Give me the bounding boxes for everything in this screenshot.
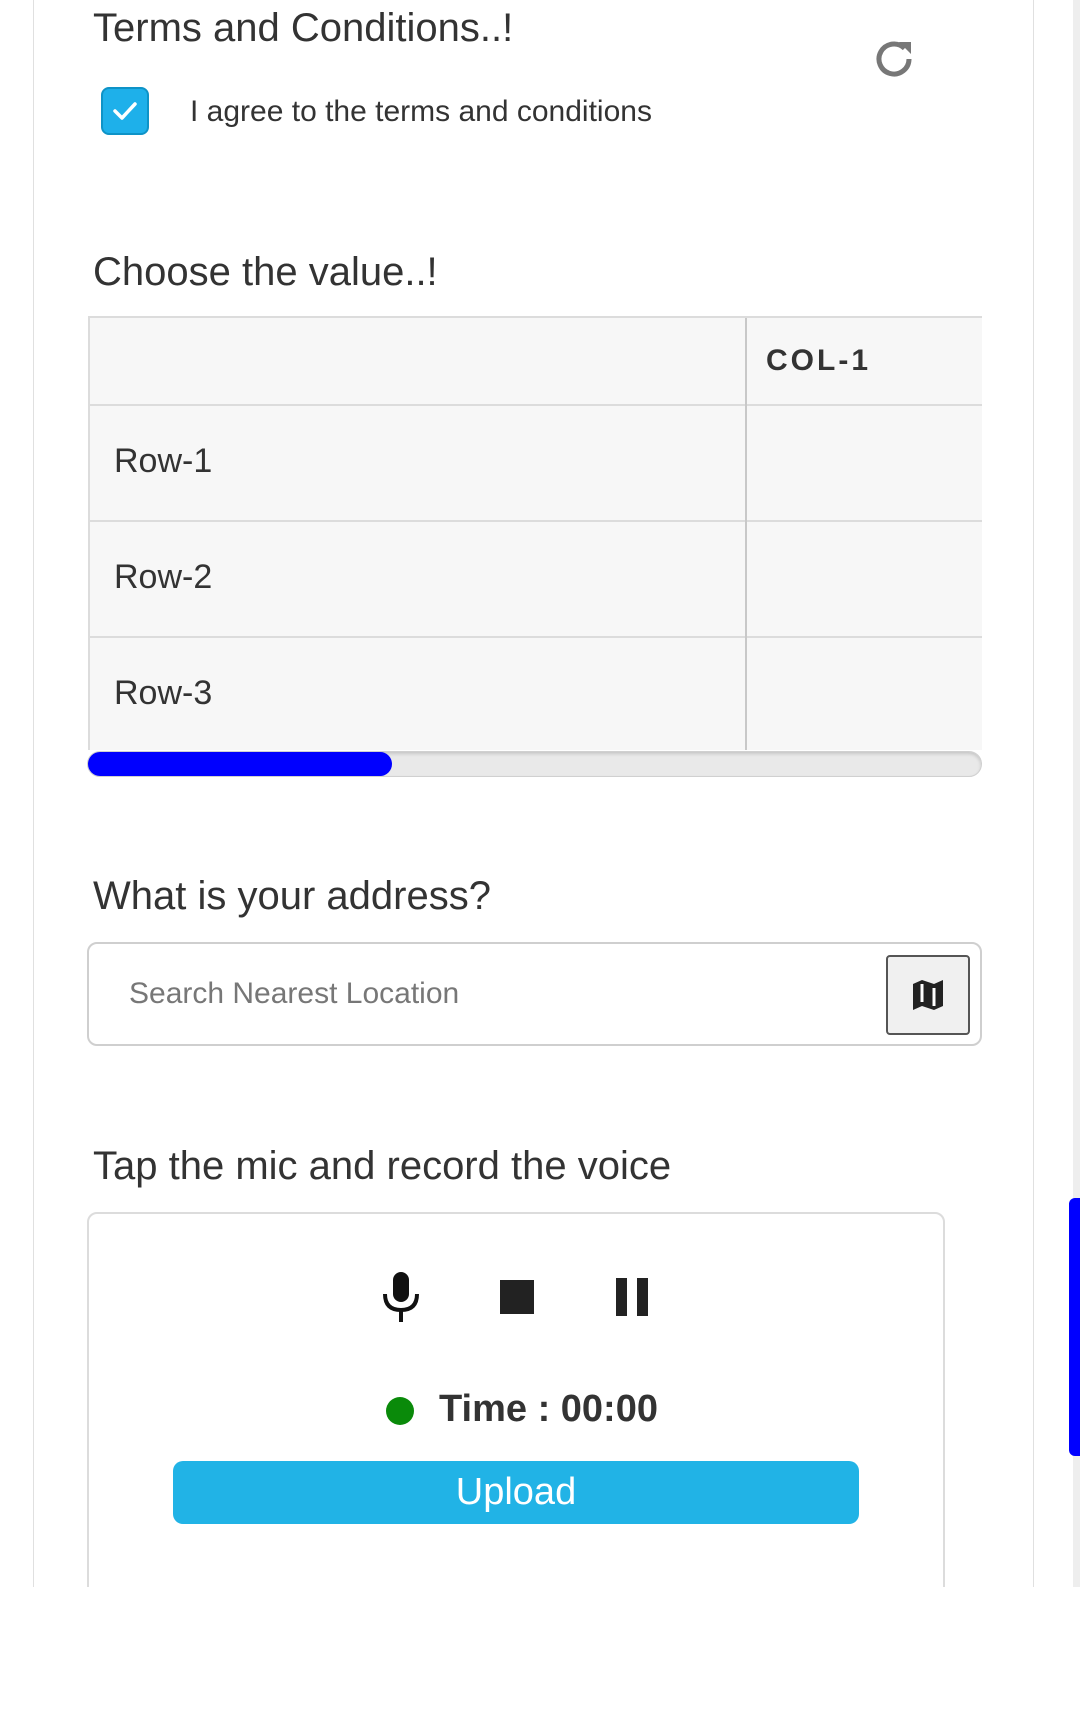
row-label: Row-2 [114, 558, 213, 596]
address-search-box [87, 942, 982, 1046]
grid-horizontal-scrollbar[interactable] [87, 751, 982, 777]
map-icon [913, 980, 943, 1010]
choice-grid: COL-1 Row-1 Row-2 Row-3 [88, 316, 982, 750]
column-divider [745, 318, 747, 750]
column-header: COL-1 [766, 344, 871, 377]
table-row[interactable]: Row-1 [90, 406, 982, 522]
pause-button[interactable] [614, 1278, 650, 1321]
stop-icon [500, 1280, 534, 1314]
upload-button[interactable]: Upload [173, 1461, 859, 1524]
stop-button[interactable] [500, 1280, 534, 1319]
row-label: Row-3 [114, 674, 213, 712]
mic-button[interactable] [378, 1270, 424, 1329]
recording-status-indicator [386, 1397, 414, 1425]
terms-title: Terms and Conditions..! [93, 6, 514, 50]
grid-scrollbar-thumb[interactable] [88, 752, 392, 776]
row-label: Row-1 [114, 442, 213, 480]
voice-title: Tap the mic and record the voice [93, 1144, 672, 1188]
search-location-input[interactable] [89, 944, 869, 1044]
pause-icon [616, 1278, 648, 1316]
table-row[interactable]: Row-2 [90, 522, 982, 638]
recording-timer: Time : 00:00 [439, 1388, 658, 1430]
address-title: What is your address? [93, 874, 491, 918]
mic-icon [383, 1272, 419, 1322]
map-button[interactable] [886, 955, 970, 1035]
grid-header-row: COL-1 [90, 318, 982, 406]
table-row[interactable]: Row-3 [90, 638, 982, 750]
page-bottom-area [0, 1587, 1080, 1731]
refresh-icon[interactable] [869, 34, 919, 84]
page-scrollbar-thumb[interactable] [1069, 1198, 1080, 1456]
terms-checkbox[interactable] [101, 87, 149, 135]
choice-title: Choose the value..! [93, 250, 438, 294]
terms-checkbox-label[interactable]: I agree to the terms and conditions [190, 95, 652, 129]
checkmark-icon [113, 102, 137, 120]
